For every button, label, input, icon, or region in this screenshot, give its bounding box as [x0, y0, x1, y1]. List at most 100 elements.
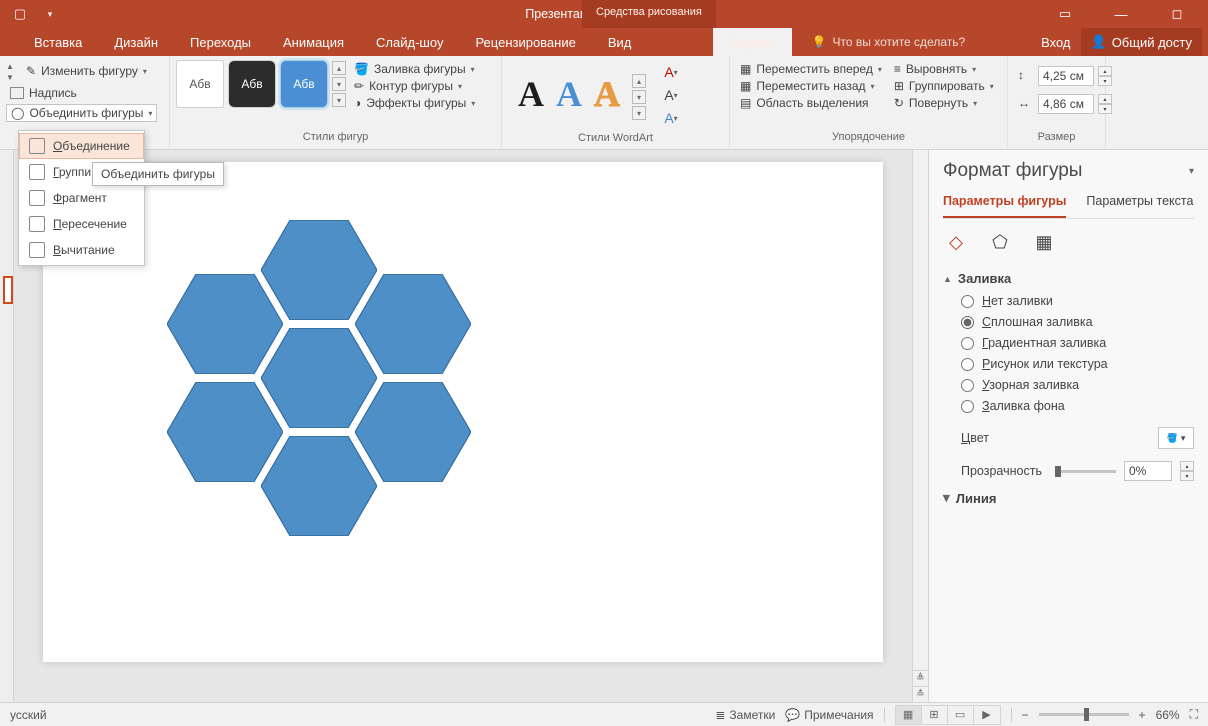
gallery-scroll-down[interactable]: ▾: [332, 77, 346, 91]
pane-dropdown-icon[interactable]: ▾: [1189, 166, 1194, 177]
style-preset-1[interactable]: Абв: [176, 60, 224, 108]
style-preset-3[interactable]: Абв: [280, 60, 328, 108]
tab-animations[interactable]: Анимация: [267, 28, 360, 56]
align-button[interactable]: ≡Выровнять▾: [890, 62, 998, 76]
spinner-up[interactable]: ▴: [1098, 66, 1112, 76]
wordart-style-2[interactable]: A: [556, 73, 582, 115]
slide-canvas[interactable]: [43, 162, 883, 662]
tab-design[interactable]: Дизайн: [98, 28, 174, 56]
transparency-field[interactable]: 0%: [1124, 461, 1172, 481]
merge-shapes-tooltip: Объединить фигуры: [92, 162, 224, 186]
prev-slide-icon[interactable]: ≜: [913, 670, 928, 686]
merge-intersect-item[interactable]: Пересечение: [19, 211, 144, 237]
wordart-gallery[interactable]: A A A ▴ ▾ ▾: [508, 60, 656, 120]
solid-fill-radio[interactable]: Сплошная заливка: [961, 315, 1194, 329]
shape-outline-button[interactable]: ✏Контур фигуры▾: [350, 79, 479, 93]
comments-button[interactable]: 💬Примечания: [785, 708, 873, 722]
gallery-more-icon[interactable]: ▾: [332, 93, 346, 107]
shapes-gallery-down[interactable]: ▼: [6, 73, 18, 82]
transparency-slider[interactable]: [1055, 470, 1116, 473]
line-section-header[interactable]: ▶ Линия: [943, 491, 1194, 506]
style-preset-2[interactable]: Абв: [228, 60, 276, 108]
slide-thumbnail-panel[interactable]: [0, 150, 14, 702]
tab-view[interactable]: Вид: [592, 28, 648, 56]
rotate-button[interactable]: ↻Повернуть▾: [890, 96, 998, 110]
text-options-tab[interactable]: Параметры текста: [1086, 190, 1193, 218]
slide-thumbnail-1[interactable]: [3, 276, 13, 304]
sorter-view-button[interactable]: ⊞: [922, 706, 948, 724]
shapes-gallery-up[interactable]: ▲: [6, 62, 18, 71]
spinner-down[interactable]: ▾: [1098, 76, 1112, 86]
effects-category-icon[interactable]: ⬠: [987, 229, 1013, 255]
share-button[interactable]: 👤 Общий досту: [1081, 28, 1203, 56]
status-bar: усский ≣Заметки 💬Примечания ▦ ⊞ ▭ ▶ − + …: [0, 702, 1208, 726]
slide-editor[interactable]: [14, 150, 912, 702]
wordart-style-3[interactable]: A: [594, 73, 620, 115]
text-effects-button[interactable]: A▾: [660, 108, 682, 128]
wordart-style-1[interactable]: A: [518, 73, 544, 115]
textbox-button[interactable]: Надпись: [6, 85, 81, 101]
tab-review[interactable]: Рецензирование: [459, 28, 591, 56]
spinner-down[interactable]: ▾: [1098, 104, 1112, 114]
bring-forward-button[interactable]: ▦Переместить вперед▾: [736, 62, 886, 76]
zoom-out-button[interactable]: −: [1022, 708, 1029, 722]
merge-shapes-button[interactable]: ◯ Объединить фигуры ▾: [6, 104, 157, 122]
maximize-button[interactable]: ◻: [1158, 0, 1196, 28]
fit-to-window-button[interactable]: ⛶: [1190, 707, 1198, 722]
slide-bg-fill-radio[interactable]: Заливка фона: [961, 399, 1194, 413]
spinner-down[interactable]: ▾: [1180, 471, 1194, 481]
vertical-scrollbar[interactable]: ≜ ≛: [912, 150, 928, 702]
width-field[interactable]: 4,86 см: [1038, 94, 1094, 114]
sign-in-link[interactable]: Вход: [1041, 35, 1070, 50]
tab-transitions[interactable]: Переходы: [174, 28, 267, 56]
spinner-up[interactable]: ▴: [1098, 94, 1112, 104]
group-button[interactable]: ⊞Группировать▾: [890, 79, 998, 93]
zoom-level[interactable]: 66%: [1156, 708, 1180, 722]
height-field[interactable]: 4,25 см: [1038, 66, 1094, 86]
next-slide-icon[interactable]: ≛: [913, 686, 928, 702]
picture-fill-radio[interactable]: Рисунок или текстура: [961, 357, 1194, 371]
gallery-more-icon[interactable]: ▾: [632, 106, 646, 120]
minimize-button[interactable]: —: [1102, 0, 1140, 28]
gallery-scroll-up[interactable]: ▴: [332, 61, 346, 75]
gallery-scroll-down[interactable]: ▾: [632, 90, 646, 104]
text-fill-button[interactable]: A▾: [660, 62, 682, 82]
autosave-icon[interactable]: ▢: [10, 4, 30, 24]
tell-me-search[interactable]: 💡 Что вы хотите сделать?: [812, 35, 966, 49]
gradient-fill-radio[interactable]: Градиентная заливка: [961, 336, 1194, 350]
fill-section-header[interactable]: ▲ Заливка: [943, 271, 1194, 286]
tab-insert[interactable]: Вставка: [18, 28, 98, 56]
person-icon: 👤: [1091, 34, 1107, 50]
merge-union-item[interactable]: Объединение: [19, 133, 144, 159]
fill-color-picker[interactable]: 🪣▾: [1158, 427, 1194, 449]
shape-options-tab[interactable]: Параметры фигуры: [943, 190, 1066, 218]
text-outline-button[interactable]: A▾: [660, 85, 682, 105]
tab-format[interactable]: Формат: [713, 28, 791, 56]
pattern-fill-radio[interactable]: Узорная заливка: [961, 378, 1194, 392]
no-fill-radio[interactable]: Нет заливки: [961, 294, 1194, 308]
edit-shape-button[interactable]: ✎ Изменить фигуру ▾: [22, 60, 151, 82]
reading-view-button[interactable]: ▭: [948, 706, 974, 724]
spinner-up[interactable]: ▴: [1180, 461, 1194, 471]
zoom-in-button[interactable]: +: [1139, 708, 1146, 722]
drawing-tools-context-tab: Средства рисования: [582, 0, 716, 28]
send-backward-button[interactable]: ▦Переместить назад▾: [736, 79, 886, 93]
slideshow-view-button[interactable]: ▶: [974, 706, 1000, 724]
size-properties-category-icon[interactable]: ▦: [1031, 229, 1057, 255]
ribbon-options-icon[interactable]: ▭: [1046, 0, 1084, 28]
shape-fill-button[interactable]: 🪣Заливка фигуры▾: [350, 62, 479, 76]
merge-fragment-item[interactable]: Фрагмент: [19, 185, 144, 211]
shape-style-gallery[interactable]: Абв Абв Абв ▴ ▾ ▾: [176, 60, 346, 108]
tab-slideshow[interactable]: Слайд-шоу: [360, 28, 459, 56]
fill-line-category-icon[interactable]: ◇: [943, 229, 969, 255]
normal-view-button[interactable]: ▦: [896, 706, 922, 724]
quickaccess-dropdown-icon[interactable]: ▾: [40, 4, 60, 24]
zoom-slider[interactable]: [1039, 713, 1129, 716]
language-indicator[interactable]: усский: [10, 708, 47, 722]
merge-subtract-item[interactable]: Вычитание: [19, 237, 144, 263]
shape-effects-button[interactable]: ◑Эффекты фигуры▾: [350, 96, 479, 110]
selection-pane-button[interactable]: ▤Область выделения: [736, 96, 886, 110]
gallery-scroll-up[interactable]: ▴: [632, 74, 646, 88]
notes-button[interactable]: ≣Заметки: [715, 708, 775, 722]
chevron-down-icon: ▾: [143, 67, 147, 76]
